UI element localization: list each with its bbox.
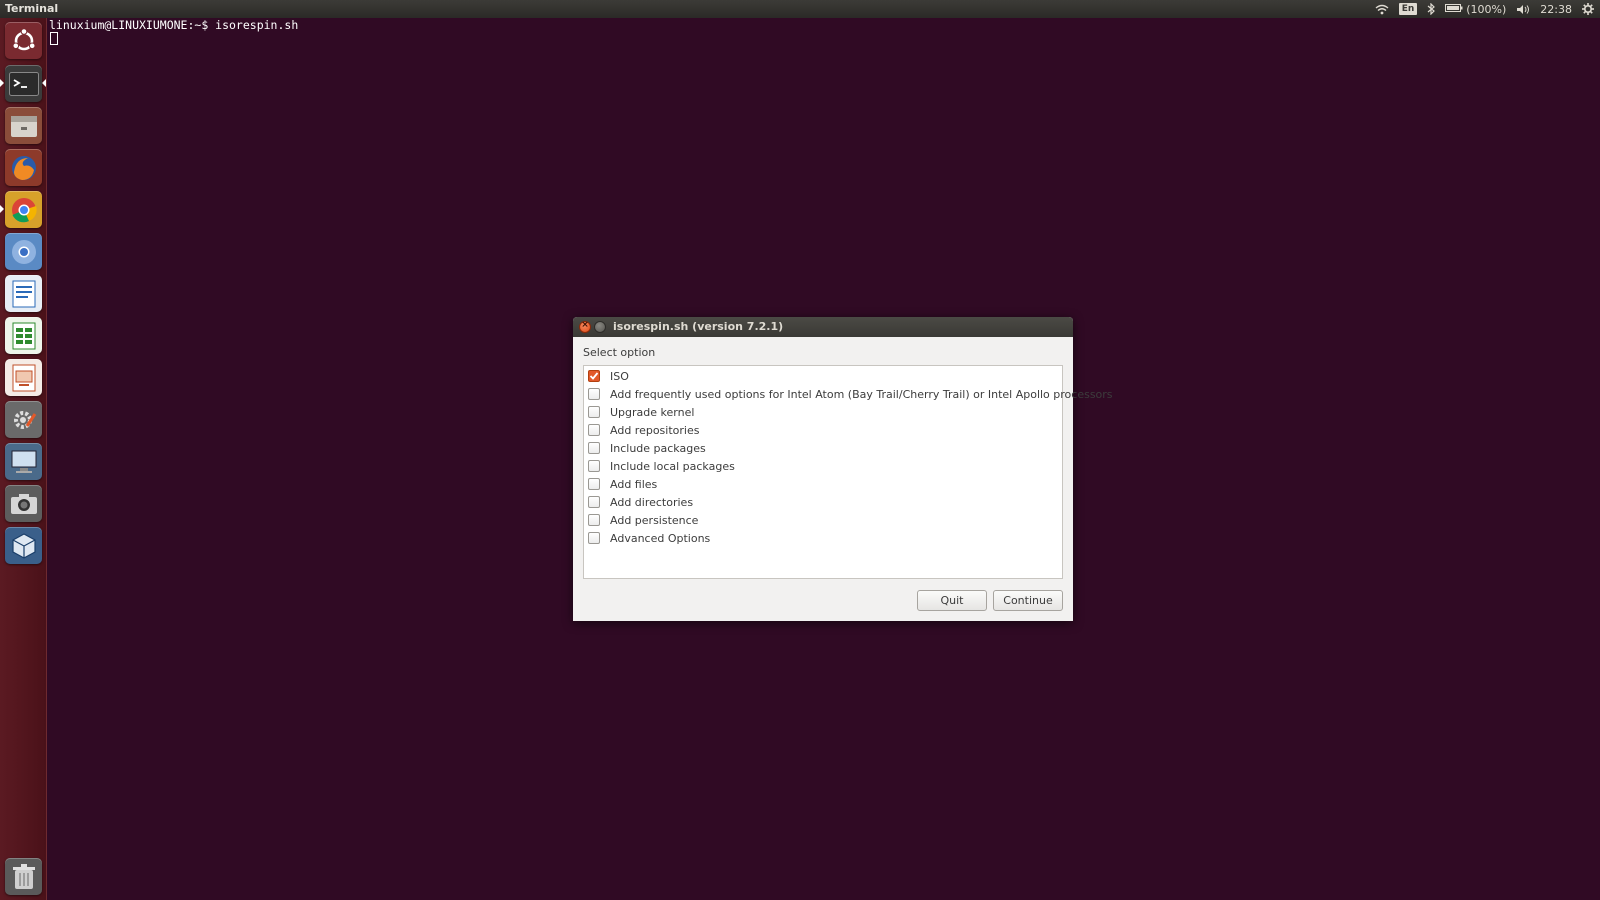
camera-icon [10,492,38,516]
option-upgrade-kernel[interactable]: Upgrade kernel [588,403,694,421]
clock[interactable]: 22:38 [1540,3,1572,16]
option-add-repositories[interactable]: Add repositories [588,421,699,439]
session-gear-icon[interactable] [1582,3,1594,15]
option-label: Include local packages [610,459,735,473]
keyboard-layout-indicator[interactable]: En [1398,3,1418,15]
panel-app-title: Terminal [5,2,59,15]
launcher-firefox[interactable] [5,149,42,186]
battery-icon [1445,3,1463,16]
keyboard-layout-label: En [1398,3,1418,15]
option-iso[interactable]: ISO [588,367,629,385]
remote-desktop-icon [10,449,38,475]
launcher-trash[interactable] [5,858,42,895]
option-label: Add repositories [610,423,700,437]
launcher-system-settings[interactable] [5,401,42,438]
continue-button[interactable]: Continue [993,590,1063,611]
checkbox[interactable] [588,424,600,436]
checkbox[interactable] [588,442,600,454]
option-include-local-packages[interactable]: Include local packages [588,457,735,475]
minimize-button[interactable] [594,321,606,333]
option-add-directories[interactable]: Add directories [588,493,693,511]
libreoffice-writer-icon [12,280,36,308]
launcher-impress[interactable] [5,359,42,396]
launcher-dash-home[interactable] [5,22,42,59]
bluetooth-icon[interactable] [1427,3,1436,15]
terminal-prompt-line: linuxium@LINUXIUMONE:~$ isorespin.sh [49,18,299,32]
checkbox[interactable] [588,496,600,508]
file-manager-icon [10,113,38,139]
select-option-label: Select option [583,346,656,359]
launcher-chromium[interactable] [5,233,42,270]
checkbox[interactable] [588,406,600,418]
focus-indicator [42,79,46,87]
option-add-files[interactable]: Add files [588,475,657,493]
option-label: Add persistence [610,513,699,527]
option-label: Add files [610,477,658,491]
checkbox[interactable] [588,460,600,472]
battery-percent: (100%) [1466,2,1507,16]
launcher-virtualbox[interactable] [5,527,42,564]
terminal-icon [8,71,39,96]
launcher-files[interactable] [5,107,42,144]
launcher-writer[interactable] [5,275,42,312]
launcher-chrome[interactable] [5,191,42,228]
running-indicator [0,79,4,87]
options-list: ISO Add frequently used options for Inte… [583,365,1113,579]
quit-button[interactable]: Quit [917,590,987,611]
option-label: Upgrade kernel [610,405,695,419]
close-icon: × [581,320,589,330]
trash-icon [12,863,36,891]
launcher-screenshot[interactable] [5,485,42,522]
indicator-tray: En (100%) 22:38 [1375,0,1594,18]
libreoffice-impress-icon [12,364,36,392]
launcher-terminal[interactable] [5,65,42,102]
isorespin-dialog: × isorespin.sh (version 7.2.1) Select op… [573,317,1113,621]
checkbox[interactable] [588,532,600,544]
ubuntu-logo-icon [11,27,37,54]
option-label: Add frequently used options for Intel At… [610,387,1113,401]
option-label: Include packages [610,441,706,455]
launcher-calc[interactable] [5,317,42,354]
firefox-icon [10,154,38,182]
settings-icon [10,406,38,434]
option-label: Advanced Options [610,531,711,545]
chromium-icon [10,238,38,266]
running-indicator [0,205,4,213]
dialog-titlebar[interactable]: × isorespin.sh (version 7.2.1) [573,317,1073,337]
top-panel: Terminal En (100%) 22:38 [0,0,1600,18]
checkbox[interactable] [588,478,600,490]
libreoffice-calc-icon [12,322,36,350]
option-label: ISO [610,369,629,383]
option-intel-atom[interactable]: Add frequently used options for Intel At… [588,385,1113,403]
dialog-title: isorespin.sh (version 7.2.1) [613,320,784,333]
chrome-icon [10,196,38,224]
checkbox[interactable] [588,514,600,526]
option-add-persistence[interactable]: Add persistence [588,511,698,529]
option-advanced-options[interactable]: Advanced Options [588,529,710,547]
virtualbox-icon [10,532,38,560]
checkbox[interactable] [588,388,600,400]
wifi-icon[interactable] [1375,4,1389,15]
option-label: Add directories [610,495,694,509]
launcher [0,18,47,900]
checkbox-checked[interactable] [588,370,600,382]
close-button[interactable]: × [579,320,591,333]
terminal-cursor [50,32,58,45]
battery-indicator[interactable]: (100%) [1445,3,1506,16]
option-include-packages[interactable]: Include packages [588,439,706,457]
volume-icon[interactable] [1516,4,1530,15]
launcher-remote-desktop[interactable] [5,443,42,480]
